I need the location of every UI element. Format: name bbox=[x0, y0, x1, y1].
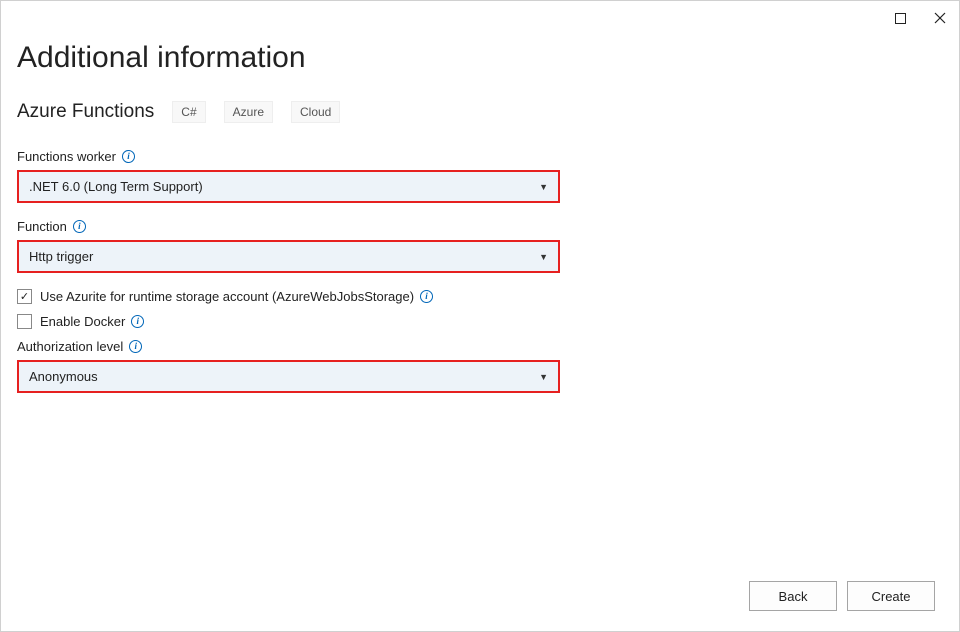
functions-worker-label-text: Functions worker bbox=[17, 149, 116, 164]
maximize-icon bbox=[895, 13, 906, 24]
enable-docker-row: Enable Docker i bbox=[17, 314, 943, 329]
enable-docker-label: Enable Docker i bbox=[40, 314, 144, 329]
functions-worker-label: Functions worker i bbox=[17, 149, 943, 164]
use-azurite-label-text: Use Azurite for runtime storage account … bbox=[40, 289, 414, 304]
function-label: Function i bbox=[17, 219, 943, 234]
use-azurite-checkbox[interactable] bbox=[17, 289, 32, 304]
use-azurite-row: Use Azurite for runtime storage account … bbox=[17, 289, 943, 304]
chevron-down-icon: ▼ bbox=[539, 252, 548, 262]
functions-worker-dropdown[interactable]: .NET 6.0 (Long Term Support) ▼ bbox=[17, 170, 560, 203]
content-area: Additional information Azure Functions C… bbox=[1, 1, 959, 393]
info-icon[interactable]: i bbox=[129, 340, 142, 353]
maximize-button[interactable] bbox=[887, 5, 913, 31]
close-button[interactable] bbox=[927, 5, 953, 31]
subtitle-row: Azure Functions C# Azure Cloud bbox=[17, 101, 943, 123]
info-icon[interactable]: i bbox=[122, 150, 135, 163]
titlebar bbox=[887, 5, 953, 31]
function-value: Http trigger bbox=[29, 249, 93, 264]
chevron-down-icon: ▼ bbox=[539, 372, 548, 382]
function-label-text: Function bbox=[17, 219, 67, 234]
page-title: Additional information bbox=[17, 41, 943, 75]
authorization-level-label: Authorization level i bbox=[17, 339, 943, 354]
close-icon bbox=[934, 12, 946, 24]
info-icon[interactable]: i bbox=[73, 220, 86, 233]
info-icon[interactable]: i bbox=[420, 290, 433, 303]
authorization-level-value: Anonymous bbox=[29, 369, 98, 384]
use-azurite-label: Use Azurite for runtime storage account … bbox=[40, 289, 433, 304]
authorization-level-label-text: Authorization level bbox=[17, 339, 123, 354]
chevron-down-icon: ▼ bbox=[539, 182, 548, 192]
footer: Back Create bbox=[749, 581, 935, 611]
project-type-label: Azure Functions bbox=[17, 101, 154, 123]
functions-worker-value: .NET 6.0 (Long Term Support) bbox=[29, 179, 203, 194]
enable-docker-checkbox[interactable] bbox=[17, 314, 32, 329]
info-icon[interactable]: i bbox=[131, 315, 144, 328]
tag-azure: Azure bbox=[224, 101, 273, 123]
tag-csharp: C# bbox=[172, 101, 205, 123]
authorization-level-group: Authorization level i Anonymous ▼ bbox=[17, 339, 943, 393]
authorization-level-dropdown[interactable]: Anonymous ▼ bbox=[17, 360, 560, 393]
function-group: Function i Http trigger ▼ bbox=[17, 219, 943, 273]
back-button[interactable]: Back bbox=[749, 581, 837, 611]
functions-worker-group: Functions worker i .NET 6.0 (Long Term S… bbox=[17, 149, 943, 203]
enable-docker-label-text: Enable Docker bbox=[40, 314, 125, 329]
create-button[interactable]: Create bbox=[847, 581, 935, 611]
tag-cloud: Cloud bbox=[291, 101, 340, 123]
function-dropdown[interactable]: Http trigger ▼ bbox=[17, 240, 560, 273]
